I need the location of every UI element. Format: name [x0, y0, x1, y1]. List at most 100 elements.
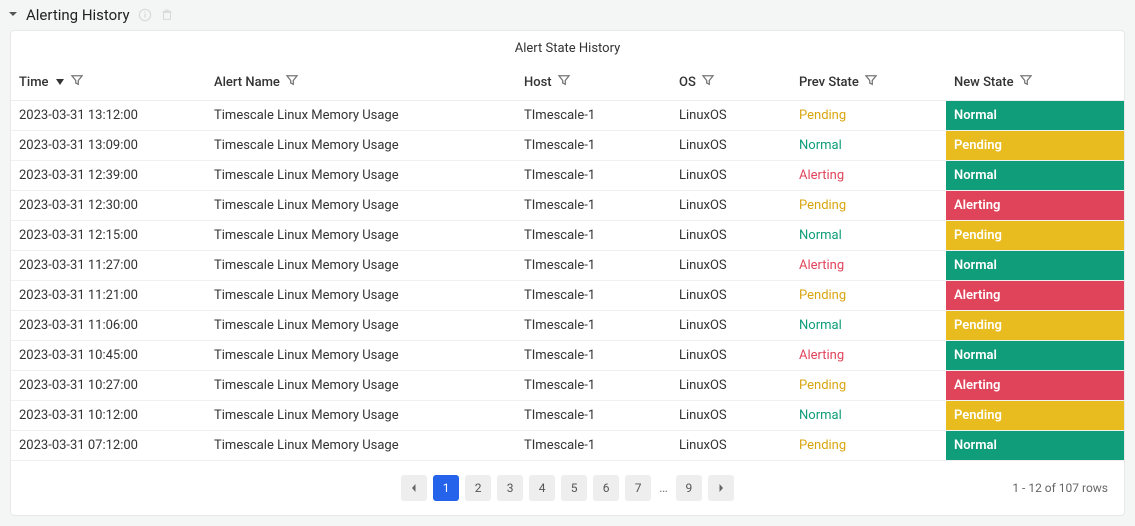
new-state-cell: Pending [946, 221, 1124, 251]
cell: 2023-03-31 12:15:00 [11, 221, 206, 251]
new-state-cell: Normal [946, 431, 1124, 461]
filter-icon[interactable] [702, 74, 714, 90]
new-state-cell: Alerting [946, 281, 1124, 311]
prev-state-cell: Pending [791, 371, 946, 401]
info-icon[interactable] [138, 8, 152, 22]
filter-icon[interactable] [1020, 74, 1032, 90]
cell: Timescale Linux Memory Usage [206, 161, 516, 191]
cell: Timescale Linux Memory Usage [206, 281, 516, 311]
cell: TImescale-1 [516, 281, 671, 311]
trash-icon[interactable] [160, 8, 174, 22]
cell: TImescale-1 [516, 371, 671, 401]
table-row: 2023-03-31 10:12:00Timescale Linux Memor… [11, 401, 1124, 431]
pager-page[interactable]: 6 [593, 475, 619, 501]
cell: 2023-03-31 12:30:00 [11, 191, 206, 221]
table-row: 2023-03-31 11:06:00Timescale Linux Memor… [11, 311, 1124, 341]
col-header-alert[interactable]: Alert Name [206, 68, 516, 101]
table-footer: 1234567…9 1 - 12 of 107 rows [11, 461, 1124, 505]
pager-prev[interactable] [401, 475, 427, 501]
pager-ellipsis: … [657, 481, 670, 496]
prev-state-cell: Alerting [791, 161, 946, 191]
cell: TImescale-1 [516, 131, 671, 161]
sort-desc-icon [55, 75, 65, 90]
table-title: Alert State History [11, 31, 1124, 68]
cell: TImescale-1 [516, 221, 671, 251]
cell: 2023-03-31 11:06:00 [11, 311, 206, 341]
prev-state-cell: Normal [791, 401, 946, 431]
cell: LinuxOS [671, 431, 791, 461]
cell: TImescale-1 [516, 341, 671, 371]
prev-state-cell: Pending [791, 101, 946, 131]
cell: 2023-03-31 13:12:00 [11, 101, 206, 131]
col-header-os[interactable]: OS [671, 68, 791, 101]
col-header-new[interactable]: New State [946, 68, 1124, 101]
prev-state-cell: Pending [791, 431, 946, 461]
cell: TImescale-1 [516, 191, 671, 221]
filter-icon[interactable] [558, 74, 570, 90]
prev-state-cell: Pending [791, 191, 946, 221]
col-header-prev[interactable]: Prev State [791, 68, 946, 101]
cell: TImescale-1 [516, 431, 671, 461]
table-row: 2023-03-31 13:09:00Timescale Linux Memor… [11, 131, 1124, 161]
pager-page[interactable]: 7 [625, 475, 651, 501]
new-state-cell: Normal [946, 101, 1124, 131]
col-header-host[interactable]: Host [516, 68, 671, 101]
col-label: Time [19, 75, 49, 90]
cell: Timescale Linux Memory Usage [206, 221, 516, 251]
new-state-cell: Alerting [946, 371, 1124, 401]
cell: Timescale Linux Memory Usage [206, 431, 516, 461]
panel-body: Alert State History Time Alert Name [10, 30, 1125, 516]
prev-state-cell: Pending [791, 281, 946, 311]
new-state-cell: Pending [946, 311, 1124, 341]
col-label: New State [954, 75, 1014, 90]
prev-state-cell: Alerting [791, 341, 946, 371]
new-state-cell: Alerting [946, 191, 1124, 221]
prev-state-cell: Alerting [791, 251, 946, 281]
cell: Timescale Linux Memory Usage [206, 371, 516, 401]
table-header-row: Time Alert Name Host [11, 68, 1124, 101]
cell: 2023-03-31 11:21:00 [11, 281, 206, 311]
new-state-cell: Normal [946, 251, 1124, 281]
alert-history-table: Time Alert Name Host [11, 68, 1124, 461]
panel-header: Alerting History [0, 0, 1135, 30]
pager-page[interactable]: 3 [497, 475, 523, 501]
cell: LinuxOS [671, 131, 791, 161]
filter-icon[interactable] [286, 74, 298, 90]
pager-page[interactable]: 1 [433, 475, 459, 501]
cell: LinuxOS [671, 311, 791, 341]
table-row: 2023-03-31 11:27:00Timescale Linux Memor… [11, 251, 1124, 281]
panel-title: Alerting History [26, 6, 130, 24]
pager-page[interactable]: 2 [465, 475, 491, 501]
table-row: 2023-03-31 11:21:00Timescale Linux Memor… [11, 281, 1124, 311]
pager-page[interactable]: 5 [561, 475, 587, 501]
cell: LinuxOS [671, 161, 791, 191]
cell: TImescale-1 [516, 161, 671, 191]
table-row: 2023-03-31 12:30:00Timescale Linux Memor… [11, 191, 1124, 221]
cell: 2023-03-31 11:27:00 [11, 251, 206, 281]
col-label: OS [679, 75, 696, 90]
prev-state-cell: Normal [791, 131, 946, 161]
filter-icon[interactable] [865, 74, 877, 90]
collapse-icon[interactable] [8, 8, 18, 23]
pager-page[interactable]: 9 [676, 475, 702, 501]
table-row: 2023-03-31 13:12:00Timescale Linux Memor… [11, 101, 1124, 131]
table-row: 2023-03-31 12:15:00Timescale Linux Memor… [11, 221, 1124, 251]
cell: LinuxOS [671, 221, 791, 251]
cell: TImescale-1 [516, 101, 671, 131]
col-header-time[interactable]: Time [11, 68, 206, 101]
cell: LinuxOS [671, 101, 791, 131]
pager: 1234567 … 9 [401, 475, 734, 501]
pager-page[interactable]: 4 [529, 475, 555, 501]
filter-icon[interactable] [71, 74, 83, 90]
col-label: Alert Name [214, 75, 280, 90]
cell: TImescale-1 [516, 251, 671, 281]
pager-next[interactable] [708, 475, 734, 501]
cell: 2023-03-31 13:09:00 [11, 131, 206, 161]
new-state-cell: Pending [946, 131, 1124, 161]
cell: 2023-03-31 10:12:00 [11, 401, 206, 431]
cell: Timescale Linux Memory Usage [206, 191, 516, 221]
table-row: 2023-03-31 10:27:00Timescale Linux Memor… [11, 371, 1124, 401]
cell: LinuxOS [671, 341, 791, 371]
table-row: 2023-03-31 12:39:00Timescale Linux Memor… [11, 161, 1124, 191]
cell: LinuxOS [671, 281, 791, 311]
